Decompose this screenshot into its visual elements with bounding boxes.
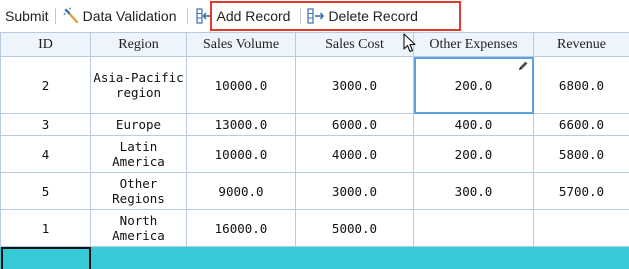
cell-other-expenses[interactable]: 200.0 (413, 135, 534, 173)
cell-other-expenses[interactable] (413, 209, 534, 247)
cell-region[interactable]: Other Regions (90, 172, 187, 210)
cell-sales-volume[interactable]: 9000.0 (186, 172, 296, 210)
cell-revenue[interactable]: 5800.0 (533, 135, 629, 173)
column-header-other-expenses[interactable]: Other Expenses (413, 32, 534, 57)
cell-other-expenses-selected[interactable]: 200.0 (413, 56, 534, 114)
submit-label: Submit (5, 8, 49, 24)
submit-button[interactable]: Submit (5, 4, 49, 28)
cell-sales-cost[interactable]: 3000.0 (295, 172, 414, 210)
table-row[interactable]: 1 North America 16000.0 5000.0 (0, 209, 629, 247)
data-grid: ID Region Sales Volume Sales Cost Other … (0, 32, 629, 269)
cell-sales-cost[interactable]: 3000.0 (295, 56, 414, 114)
records-table: ID Region Sales Volume Sales Cost Other … (0, 32, 629, 269)
cell-value: 200.0 (454, 77, 493, 93)
new-record-row[interactable] (0, 246, 629, 269)
table-row[interactable]: 2 Asia-Pacific region 10000.0 3000.0 200… (0, 56, 629, 114)
new-cell-region[interactable] (90, 246, 187, 269)
cell-id[interactable]: 3 (0, 113, 91, 136)
new-cell-sales-volume[interactable] (186, 246, 296, 269)
new-cell-sales-cost[interactable] (295, 246, 414, 269)
cell-region[interactable]: Asia-Pacific region (90, 56, 187, 114)
cell-region[interactable]: North America (90, 209, 187, 247)
cell-sales-volume[interactable]: 13000.0 (186, 113, 296, 136)
cell-id[interactable]: 1 (0, 209, 91, 247)
add-record-icon (195, 7, 214, 25)
cell-region[interactable]: Europe (90, 113, 187, 136)
new-cell-id[interactable] (0, 246, 91, 269)
cell-revenue[interactable]: 6800.0 (533, 56, 629, 114)
new-cell-other-expenses[interactable] (413, 246, 534, 269)
cell-id[interactable]: 5 (0, 172, 91, 210)
cell-revenue[interactable]: 5700.0 (533, 172, 629, 210)
toolbar: Submit Data Validation Add Record Delete… (0, 0, 629, 32)
add-record-button[interactable]: Add Record (195, 4, 291, 28)
data-validation-button[interactable]: Data Validation (62, 4, 177, 28)
cell-other-expenses[interactable]: 400.0 (413, 113, 534, 136)
data-validation-label: Data Validation (82, 8, 177, 24)
cell-sales-volume[interactable]: 10000.0 (186, 135, 296, 173)
cell-sales-volume[interactable]: 16000.0 (186, 209, 296, 247)
cell-id[interactable]: 4 (0, 135, 91, 173)
cell-other-expenses[interactable]: 300.0 (413, 172, 534, 210)
cell-region[interactable]: Latin America (90, 135, 187, 173)
pencil-icon (519, 61, 528, 70)
column-header-region[interactable]: Region (90, 32, 187, 57)
cell-sales-cost[interactable]: 6000.0 (295, 113, 414, 136)
toolbar-divider (54, 8, 56, 24)
delete-record-button[interactable]: Delete Record (307, 4, 418, 28)
cell-sales-cost[interactable]: 5000.0 (295, 209, 414, 247)
cell-revenue[interactable] (533, 209, 629, 247)
toolbar-divider (300, 8, 302, 24)
column-header-sales-volume[interactable]: Sales Volume (186, 32, 296, 57)
cell-id[interactable]: 2 (0, 56, 91, 114)
delete-record-label: Delete Record (328, 8, 418, 24)
column-header-revenue[interactable]: Revenue (533, 32, 629, 57)
table-row[interactable]: 4 Latin America 10000.0 4000.0 200.0 580… (0, 135, 629, 173)
toolbar-divider (186, 8, 188, 24)
new-cell-revenue[interactable] (533, 246, 629, 269)
column-header-sales-cost[interactable]: Sales Cost (295, 32, 414, 57)
table-row[interactable]: 5 Other Regions 9000.0 3000.0 300.0 5700… (0, 172, 629, 210)
delete-record-icon (307, 7, 325, 25)
wand-icon (62, 7, 80, 25)
header-row: ID Region Sales Volume Sales Cost Other … (0, 32, 629, 57)
column-header-id[interactable]: ID (0, 32, 91, 57)
cell-sales-cost[interactable]: 4000.0 (295, 135, 414, 173)
table-row[interactable]: 3 Europe 13000.0 6000.0 400.0 6600.0 (0, 113, 629, 136)
cell-sales-volume[interactable]: 10000.0 (186, 56, 296, 114)
add-record-label: Add Record (216, 8, 291, 24)
cell-revenue[interactable]: 6600.0 (533, 113, 629, 136)
